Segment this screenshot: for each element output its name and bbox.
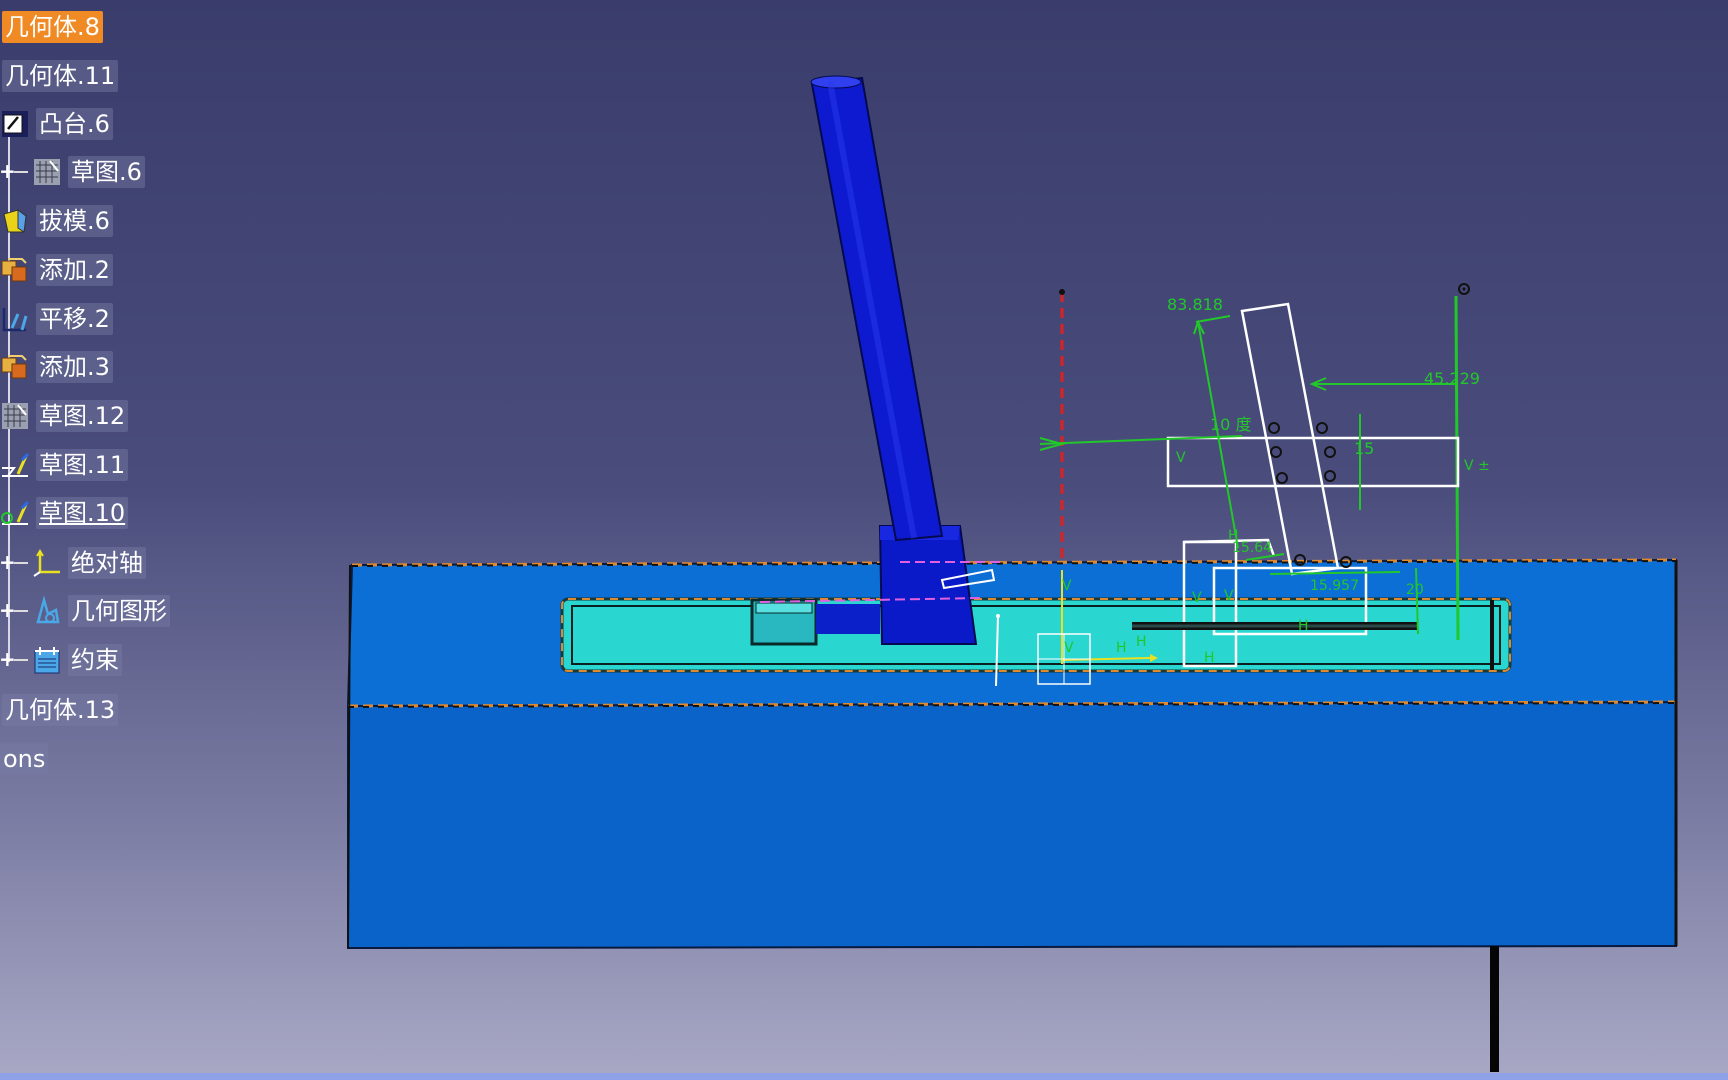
tree-item-label: 添加.2 xyxy=(36,254,113,286)
expand-icon[interactable]: + xyxy=(0,649,16,669)
part-front-face xyxy=(347,700,1677,950)
constraint-icon xyxy=(34,647,60,674)
svg-text:H: H xyxy=(1204,650,1215,666)
tree-item-body-8[interactable]: 几何体.8 xyxy=(2,10,103,44)
tree-item-body-11[interactable]: 几何体.11 xyxy=(2,59,119,93)
svg-text:V: V xyxy=(1064,640,1074,656)
tree-item-body-13[interactable]: 几何体.13 xyxy=(2,693,119,727)
dimension-1[interactable]: 83.818 xyxy=(1167,295,1223,314)
bottom-status-strip xyxy=(0,1073,1728,1080)
tree-item-constraints[interactable]: + 约束 xyxy=(0,643,122,677)
tree-item-add-2[interactable]: 添加.2 xyxy=(0,253,113,287)
expand-icon[interactable]: + xyxy=(0,552,16,572)
translate-icon xyxy=(2,308,28,332)
svg-text:H: H xyxy=(1116,640,1127,656)
tree-item-label: 添加.3 xyxy=(36,351,113,383)
tree-item-label: 草图.6 xyxy=(68,156,145,188)
svg-text:V: V xyxy=(1224,588,1234,604)
dimension-5[interactable]: 15.64 xyxy=(1232,540,1272,556)
tree-item-label: 平移.2 xyxy=(36,303,113,335)
tree-item-label: 约束 xyxy=(68,644,122,676)
tree-item-label: 几何图形 xyxy=(68,595,170,627)
tree-item-sketch-10[interactable]: 草图.10 xyxy=(0,496,129,530)
tree-item-sketch-11[interactable]: 草图.11 xyxy=(0,448,129,482)
tree-item-add-3[interactable]: 添加.3 xyxy=(0,350,113,384)
geometry-icon xyxy=(36,596,60,624)
draft-icon xyxy=(3,209,27,233)
tree-item-partial[interactable]: ons xyxy=(0,742,49,776)
svg-text:V: V xyxy=(1192,590,1202,606)
add-icon xyxy=(1,258,27,282)
dimension-3[interactable]: 10 度 xyxy=(1210,415,1251,434)
3d-viewport[interactable]: V V ± V V V V H H H H H 83.818 45.229 10… xyxy=(0,0,1728,1080)
tree-item-absolute-axis[interactable]: + 绝对轴 xyxy=(0,546,146,580)
dimension-7[interactable]: 20 xyxy=(1406,582,1424,598)
tree-item-label: 草图.10 xyxy=(36,497,129,529)
pad-icon xyxy=(2,111,28,137)
tree-item-label: 几何体.11 xyxy=(2,60,119,92)
tree-item-label: 草图.12 xyxy=(36,400,129,432)
tree-item-label: 几何体.13 xyxy=(2,694,119,726)
tree-item-pad-6[interactable]: 凸台.6 xyxy=(0,107,113,141)
tree-item-sketch-12[interactable]: 草图.12 xyxy=(0,399,129,433)
svg-text:V: V xyxy=(1176,450,1186,466)
slot-pocket xyxy=(560,597,1512,673)
sketch-edit-icon xyxy=(2,452,30,477)
expand-icon[interactable]: + xyxy=(0,161,16,181)
dimension-2[interactable]: 45.229 xyxy=(1424,369,1480,388)
tree-item-label: 凸台.6 xyxy=(36,108,113,140)
specification-tree: 几何体.8 几何体.11 凸台.6 + 草图.6 拔模.6 添加.2 平移.2 … xyxy=(0,0,200,780)
svg-text:±: ± xyxy=(1478,458,1490,474)
tree-item-label: 绝对轴 xyxy=(68,547,146,579)
rod-cylinder xyxy=(810,76,944,542)
dimension-6[interactable]: 15.957 xyxy=(1310,578,1359,594)
support-leg xyxy=(1490,946,1499,1072)
svg-text:H: H xyxy=(1136,634,1147,650)
dimension-4[interactable]: 15 xyxy=(1354,439,1374,458)
svg-text:V: V xyxy=(1062,578,1072,594)
tree-item-label: 拔模.6 xyxy=(36,205,113,237)
add-icon xyxy=(1,355,27,379)
axis-icon xyxy=(33,549,60,577)
expand-icon[interactable]: + xyxy=(0,600,16,620)
tree-item-label: 几何体.8 xyxy=(2,11,103,43)
tree-item-geometry[interactable]: + 几何图形 xyxy=(0,594,170,628)
tree-item-label: ons xyxy=(0,743,49,775)
sketch-icon xyxy=(2,403,28,429)
svg-text:V: V xyxy=(1464,458,1474,474)
svg-text:H: H xyxy=(1298,618,1309,634)
sketch-edit-icon xyxy=(1,500,30,525)
tree-item-draft-6[interactable]: 拔模.6 xyxy=(0,204,113,238)
tree-item-sketch-6[interactable]: + 草图.6 xyxy=(0,155,145,189)
tree-item-label: 草图.11 xyxy=(36,449,129,481)
tree-item-translate-2[interactable]: 平移.2 xyxy=(0,302,113,336)
sketch-icon xyxy=(34,159,60,185)
